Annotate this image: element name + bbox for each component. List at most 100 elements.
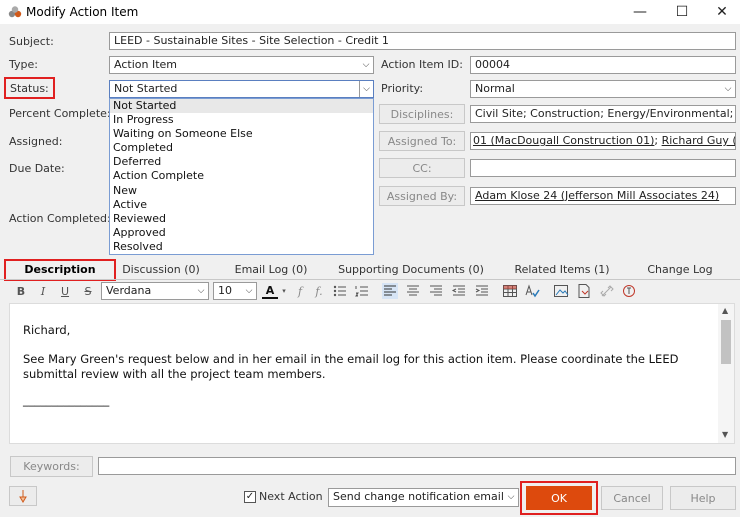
- underline-button[interactable]: U: [57, 283, 73, 299]
- status-option[interactable]: Resolved: [110, 240, 373, 254]
- action-item-id-field[interactable]: 00004: [470, 56, 736, 74]
- disciplines-value: Civil Site; Construction; Energy/Environ…: [475, 107, 734, 120]
- tab-supporting-documents[interactable]: Supporting Documents (0): [338, 261, 484, 279]
- action-completed-label: Action Completed:: [9, 212, 111, 225]
- insert-image-icon[interactable]: [553, 283, 569, 299]
- bold-button[interactable]: B: [13, 283, 29, 299]
- chevron-down-icon: ⌵: [197, 286, 205, 296]
- description-tab-highlight-box: [4, 259, 116, 281]
- notification-select[interactable]: Send change notification email ⌵: [328, 488, 519, 507]
- assigned-by-field[interactable]: Adam Klose 24 (Jefferson Mill Associates…: [470, 187, 736, 205]
- assigned-to-link-1[interactable]: 01 (MacDougall Construction 01): [473, 134, 654, 147]
- status-option[interactable]: Completed: [110, 141, 373, 155]
- editor-greeting: Richard,: [23, 323, 71, 337]
- formula-icon[interactable]: f.: [311, 283, 327, 299]
- font-family-select[interactable]: Verdana ⌵: [101, 282, 209, 300]
- status-option[interactable]: In Progress: [110, 113, 373, 127]
- status-option[interactable]: Deferred: [110, 155, 373, 169]
- spell-check-icon[interactable]: [524, 283, 540, 299]
- assigned-by-link[interactable]: Adam Klose 24 (Jefferson Mill Associates…: [475, 189, 719, 202]
- tab-email-log[interactable]: Email Log (0): [228, 261, 314, 279]
- status-option[interactable]: Active: [110, 198, 373, 212]
- cc-field[interactable]: [470, 159, 736, 177]
- align-center-icon[interactable]: [405, 283, 421, 299]
- status-option[interactable]: Not Started: [110, 99, 373, 114]
- disciplines-button[interactable]: Disciplines:: [379, 104, 465, 124]
- editor-line-2: submittal review with all the project te…: [23, 367, 326, 381]
- priority-select[interactable]: Normal ⌵: [470, 80, 736, 98]
- link-icon[interactable]: [599, 283, 615, 299]
- align-left-icon[interactable]: [382, 283, 398, 299]
- next-action-checkbox[interactable]: ✓: [244, 491, 256, 503]
- scroll-down-icon[interactable]: ▼: [722, 430, 728, 439]
- clear-format-icon[interactable]: [621, 283, 637, 299]
- italic-button[interactable]: I: [35, 283, 51, 299]
- editor-line-1: See Mary Green's request below and in he…: [23, 352, 679, 366]
- status-highlight-box: [4, 77, 55, 99]
- status-option[interactable]: Approved: [110, 226, 373, 240]
- cc-button[interactable]: CC:: [379, 158, 465, 178]
- font-color-dropdown-icon[interactable]: ▾: [276, 283, 292, 299]
- chevron-down-icon: ⌵: [724, 84, 732, 94]
- keywords-field[interactable]: [98, 457, 736, 475]
- align-right-icon[interactable]: [428, 283, 444, 299]
- close-button[interactable]: ✕: [702, 0, 740, 24]
- editor-horizontal-rule: _______________: [23, 393, 110, 407]
- title-bar: Modify Action Item — ☐ ✕: [0, 0, 740, 24]
- chevron-down-icon: ⌵: [507, 492, 515, 502]
- disciplines-field[interactable]: Civil Site; Construction; Energy/Environ…: [470, 105, 736, 123]
- attachment-button[interactable]: [9, 486, 37, 506]
- assigned-to-field[interactable]: 01 (MacDougall Construction 01); Richard…: [470, 132, 736, 150]
- keywords-button[interactable]: Keywords:: [10, 456, 93, 477]
- due-date-label: Due Date:: [9, 162, 65, 175]
- cancel-button[interactable]: Cancel: [601, 486, 663, 510]
- help-button[interactable]: Help: [670, 486, 736, 510]
- font-size-select[interactable]: 10 ⌵: [213, 282, 257, 300]
- chevron-down-icon: ⌵: [359, 81, 373, 97]
- subject-label: Subject:: [9, 35, 54, 48]
- numbered-list-icon[interactable]: [354, 283, 370, 299]
- status-option[interactable]: Reviewed: [110, 212, 373, 226]
- indent-decrease-icon[interactable]: [451, 283, 467, 299]
- assigned-to-button[interactable]: Assigned To:: [379, 131, 465, 151]
- scroll-up-icon[interactable]: ▲: [722, 306, 728, 315]
- maximize-button[interactable]: ☐: [662, 0, 702, 24]
- tab-change-log[interactable]: Change Log: [640, 261, 720, 279]
- scroll-thumb[interactable]: [721, 320, 731, 364]
- subject-field[interactable]: LEED - Sustainable Sites - Site Selectio…: [109, 32, 736, 50]
- percent-complete-label: Percent Complete:: [9, 107, 111, 120]
- status-option[interactable]: New: [110, 184, 373, 198]
- type-select[interactable]: Action Item ⌵: [109, 56, 374, 74]
- assigned-to-link-2[interactable]: Richard Guy (Guy: [662, 134, 735, 147]
- description-editor[interactable]: Richard, See Mary Green's request below …: [9, 303, 735, 444]
- assigned-label: Assigned:: [9, 135, 63, 148]
- chevron-down-icon: ⌵: [362, 60, 370, 70]
- notification-value: Send change notification email: [333, 490, 504, 503]
- tab-divider: [0, 279, 740, 280]
- strikethrough-button[interactable]: S: [80, 283, 96, 299]
- pin-icon: [19, 490, 27, 503]
- indent-increase-icon[interactable]: [474, 283, 490, 299]
- type-label: Type:: [9, 58, 38, 71]
- tab-discussion[interactable]: Discussion (0): [118, 261, 204, 279]
- type-value: Action Item: [114, 58, 177, 71]
- bullet-list-icon[interactable]: [332, 283, 348, 299]
- tab-bar: Description Discussion (0) Email Log (0)…: [0, 259, 740, 281]
- font-size-value: 10: [218, 284, 232, 297]
- ok-button[interactable]: OK: [526, 486, 592, 510]
- status-option[interactable]: Action Complete: [110, 169, 373, 183]
- editor-scrollbar[interactable]: ▲ ▼: [718, 304, 734, 443]
- action-item-id-label: Action Item ID:: [381, 58, 463, 71]
- status-value: Not Started: [114, 82, 178, 95]
- window-title: Modify Action Item: [26, 5, 139, 19]
- minimize-button[interactable]: —: [620, 0, 660, 24]
- table-icon[interactable]: [502, 283, 518, 299]
- status-option[interactable]: Waiting on Someone Else: [110, 127, 373, 141]
- assigned-by-button[interactable]: Assigned By:: [379, 186, 465, 206]
- tab-related-items[interactable]: Related Items (1): [510, 261, 614, 279]
- chevron-down-icon: ⌵: [245, 286, 253, 296]
- status-select[interactable]: Not Started ⌵: [109, 80, 374, 98]
- insert-file-icon[interactable]: [576, 283, 592, 299]
- function-icon[interactable]: f: [292, 283, 308, 299]
- subject-value: LEED - Sustainable Sites - Site Selectio…: [114, 34, 389, 47]
